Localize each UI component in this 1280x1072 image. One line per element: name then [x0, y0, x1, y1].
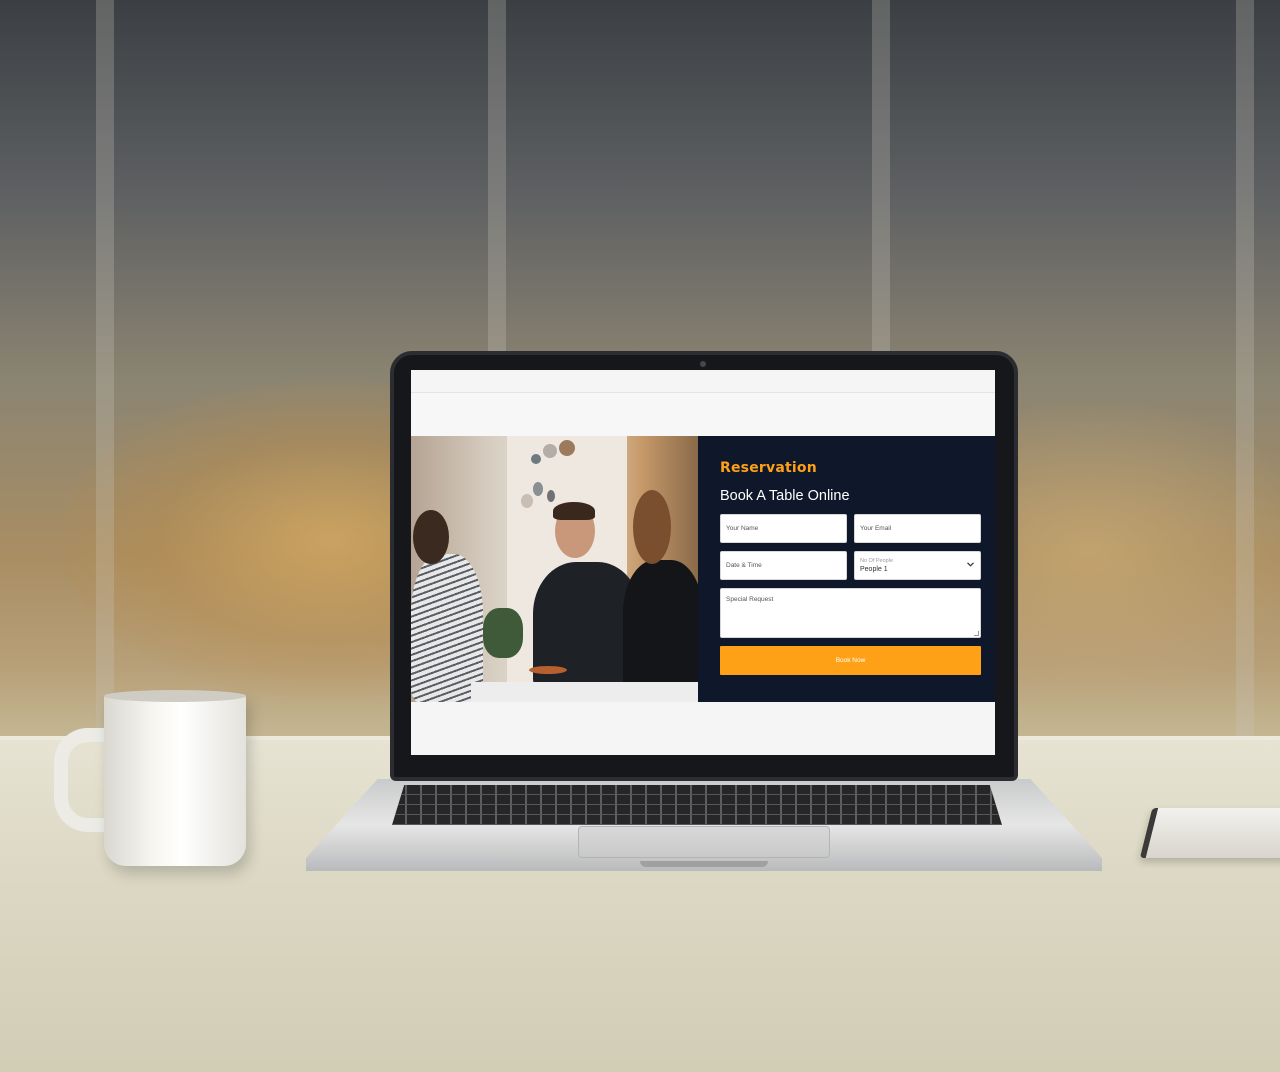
coffee-mug — [104, 694, 246, 866]
man-center-hair — [553, 502, 595, 520]
booking-form-panel: Reservation Book A Table Online Your Nam… — [698, 436, 995, 702]
food-plate — [529, 666, 567, 674]
keyboard-rows — [392, 785, 1002, 825]
email-input[interactable]: Your Email — [854, 514, 981, 543]
datetime-placeholder: Date & Time — [726, 562, 762, 569]
wall-decor — [559, 440, 575, 456]
name-placeholder: Your Name — [726, 525, 759, 532]
woman-left-head — [413, 510, 449, 564]
mug-rim — [104, 690, 246, 702]
background-pillar — [1236, 0, 1254, 740]
people-value: People 1 — [860, 566, 888, 573]
plant — [483, 608, 523, 658]
photo-table — [471, 682, 698, 702]
laptop-trackpad — [578, 826, 830, 858]
wall-decor — [547, 490, 555, 502]
wall-decor — [531, 454, 541, 464]
form-row: Date & Time No Of People People 1 — [720, 551, 983, 580]
form-row: Your Name Your Email — [720, 514, 983, 543]
special-request-textarea[interactable]: Special Request — [720, 588, 981, 638]
people-select[interactable]: No Of People People 1 — [854, 551, 981, 580]
browser-topbar — [411, 370, 995, 393]
woman-left — [411, 554, 483, 702]
page-footer-area — [411, 702, 995, 755]
notebook — [1139, 808, 1280, 858]
laptop-notch — [640, 861, 768, 867]
background-pillar — [96, 0, 114, 740]
wall-decor — [543, 444, 557, 458]
chevron-down-icon — [967, 562, 974, 569]
email-placeholder: Your Email — [860, 525, 892, 532]
woman-right — [623, 560, 698, 692]
woman-right-head — [633, 490, 671, 564]
request-placeholder: Special Request — [726, 596, 774, 603]
section-kicker: Reservation — [720, 460, 817, 476]
wall-decor — [521, 494, 533, 508]
wall-decor — [533, 482, 543, 496]
resize-handle-icon[interactable] — [974, 631, 979, 636]
reservation-section: Reservation Book A Table Online Your Nam… — [411, 436, 995, 702]
people-label: No Of People — [860, 558, 894, 564]
webcam-icon — [700, 361, 706, 367]
restaurant-photo — [411, 436, 698, 702]
datetime-input[interactable]: Date & Time — [720, 551, 847, 580]
name-input[interactable]: Your Name — [720, 514, 847, 543]
book-now-button[interactable]: Book Now — [720, 646, 981, 675]
laptop-screen: Reservation Book A Table Online Your Nam… — [411, 370, 995, 755]
form-title: Book A Table Online — [720, 488, 850, 504]
